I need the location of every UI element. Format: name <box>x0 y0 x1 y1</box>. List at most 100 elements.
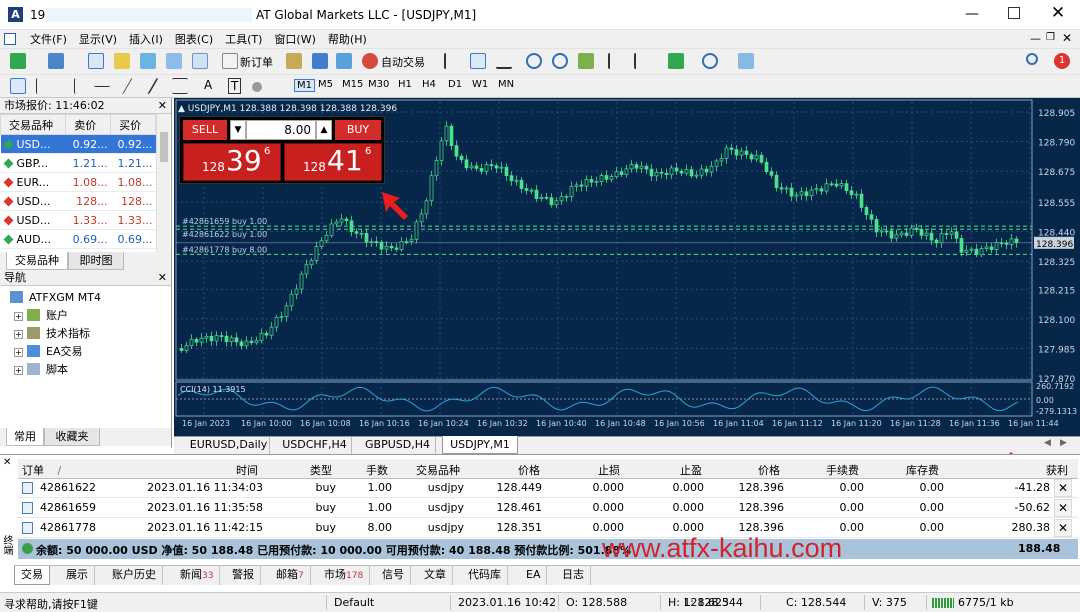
buy-button[interactable]: BUY <box>335 120 381 140</box>
close-icon[interactable]: ✕ <box>158 98 167 114</box>
metaeditor-icon[interactable] <box>286 53 302 69</box>
timeframe-m5[interactable]: M5 <box>318 79 333 90</box>
terminal-tab-11[interactable]: 日志 <box>556 566 591 585</box>
col-cur-price-header[interactable]: 价格 <box>758 462 780 478</box>
close-order-button[interactable]: ✕ <box>1054 479 1072 497</box>
chart-tab-usdchf[interactable]: USDCHF,H4 <box>278 437 352 454</box>
notification-icon[interactable]: 1 <box>1054 53 1070 69</box>
candlestick-chart-icon[interactable] <box>470 53 486 69</box>
timeframe-w1[interactable]: W1 <box>472 79 488 90</box>
market-watch-row[interactable]: USD... 1.33... 1.33... <box>0 210 156 230</box>
terminal-close-icon[interactable]: ✕ <box>3 457 11 468</box>
status-profile[interactable]: Default <box>334 596 374 609</box>
minimize-button[interactable]: — <box>962 6 982 22</box>
trendline-icon[interactable] <box>115 78 133 94</box>
menu-tools[interactable]: 工具(T) <box>219 31 268 47</box>
mdi-close-button[interactable]: ✕ <box>1062 31 1072 45</box>
periods-icon[interactable] <box>702 53 718 69</box>
col-ask-header[interactable]: 买价 <box>110 114 156 135</box>
sell-button[interactable]: SELL <box>183 120 227 140</box>
order-row[interactable]: 42861622 2023.01.16 11:34:03 buy 1.00 usdjpy… <box>18 479 1078 498</box>
col-commission-header[interactable]: 手续费 <box>826 462 859 478</box>
nav-item-indicators[interactable]: + 技术指标 <box>14 326 90 342</box>
terminal-tab-0[interactable]: 交易 <box>14 566 50 585</box>
sell-price-button[interactable]: 128 39 6 <box>183 143 281 181</box>
market-watch-row[interactable]: EUR... 1.08... 1.08... <box>0 172 156 192</box>
col-time-header[interactable]: 时间 <box>236 462 258 478</box>
timeframe-m1[interactable]: M1 <box>294 79 315 92</box>
new-chart-icon[interactable] <box>10 53 26 69</box>
tile-windows-icon[interactable] <box>578 53 594 69</box>
col-symbol-header[interactable]: 交易品种 <box>416 462 460 478</box>
terminal-tab-7[interactable]: 信号 <box>376 566 411 585</box>
tab-favorites[interactable]: 收藏夹 <box>44 428 100 446</box>
tab-common[interactable]: 常用 <box>6 428 44 446</box>
signals-icon[interactable] <box>336 53 352 69</box>
expand-icon[interactable]: + <box>14 330 23 339</box>
zoom-out-icon[interactable] <box>552 53 568 69</box>
tab-symbols[interactable]: 交易品种 <box>6 252 68 270</box>
chart-tab-usdjpy[interactable]: USDJPY,M1 <box>442 436 518 454</box>
close-order-button[interactable]: ✕ <box>1054 499 1072 517</box>
terminal-tab-3[interactable]: 新闻33 <box>174 566 221 585</box>
expand-icon[interactable]: + <box>14 348 23 357</box>
volume-decrease-button[interactable]: ▼ <box>230 120 246 140</box>
terminal-tab-8[interactable]: 文章 <box>418 566 453 585</box>
expand-icon[interactable]: + <box>14 366 23 375</box>
chart-tab-eurusd[interactable]: EURUSD,Daily <box>188 437 270 454</box>
mdi-restore-button[interactable]: ❐ <box>1046 32 1055 43</box>
nav-item-scripts[interactable]: + 脚本 <box>14 362 68 378</box>
fibonacci-icon[interactable] <box>172 78 188 94</box>
text-label-tool[interactable]: T <box>228 78 242 94</box>
new-order-icon[interactable] <box>222 53 238 69</box>
order-row[interactable]: 42861778 2023.01.16 11:42:15 buy 8.00 usdjpy… <box>18 519 1078 538</box>
terminal-tab-9[interactable]: 代码库 <box>462 566 508 585</box>
order-row[interactable]: 42861659 2023.01.16 11:35:58 buy 1.00 usdjpy… <box>18 499 1078 518</box>
new-order-button[interactable]: 新订单 <box>240 54 273 70</box>
chart-window[interactable]: 128.905 128.790 128.675 128.555 128.440 128.3… <box>174 98 1080 436</box>
terminal-tab-4[interactable]: 警报 <box>226 566 261 585</box>
nav-root[interactable]: ATFXGM MT4 <box>10 290 101 306</box>
terminal-icon[interactable] <box>166 53 182 69</box>
terminal-tab-6[interactable]: 市场178 <box>318 566 371 585</box>
maximize-button[interactable] <box>1008 7 1020 19</box>
zoom-in-icon[interactable] <box>526 53 542 69</box>
volume-input[interactable]: 8.00 <box>246 120 316 140</box>
auto-trading-button[interactable]: 自动交易 <box>381 54 425 70</box>
timeframe-mn[interactable]: MN <box>498 79 514 90</box>
terminal-tab-2[interactable]: 账户历史 <box>106 566 163 585</box>
line-chart-icon[interactable] <box>496 53 512 69</box>
chart-shift-icon[interactable] <box>634 53 650 69</box>
buy-price-button[interactable]: 128 41 6 <box>284 143 382 181</box>
col-symbol-header[interactable]: 交易品种 <box>0 114 67 135</box>
menu-window[interactable]: 窗口(W) <box>268 31 321 47</box>
close-order-button[interactable]: ✕ <box>1054 519 1072 537</box>
timeframe-m30[interactable]: M30 <box>368 79 389 90</box>
timeframe-h4[interactable]: H4 <box>422 79 436 90</box>
menu-view[interactable]: 显示(V) <box>73 31 123 47</box>
auto-trading-icon[interactable] <box>362 53 378 69</box>
market-watch-scrollbar[interactable] <box>156 114 170 252</box>
menu-file[interactable]: 文件(F) <box>24 31 73 47</box>
crosshair-icon[interactable] <box>36 78 52 94</box>
market-watch-row[interactable]: USD... 128... 128... <box>0 191 156 211</box>
col-tp-header[interactable]: 止盈 <box>680 462 702 478</box>
timeframe-h1[interactable]: H1 <box>398 79 412 90</box>
market-watch-row[interactable]: AUD... 0.69... 0.69... <box>0 229 156 249</box>
market-watch-icon[interactable] <box>88 53 104 69</box>
col-bid-header[interactable]: 卖价 <box>65 114 112 135</box>
alerts-icon[interactable] <box>312 53 328 69</box>
col-lots-header[interactable]: 手数 <box>366 462 388 478</box>
search-icon[interactable] <box>1026 53 1038 65</box>
navigator-icon[interactable] <box>140 53 156 69</box>
mdi-minimize-button[interactable]: — <box>1030 32 1041 45</box>
terminal-tab-10[interactable]: EA <box>520 566 548 585</box>
horizontal-line-icon[interactable] <box>94 78 110 87</box>
bar-chart-icon[interactable] <box>444 53 460 69</box>
close-icon[interactable]: ✕ <box>158 270 167 286</box>
market-watch-row[interactable]: USD... 0.92... 0.92... <box>0 134 156 154</box>
profiles-icon[interactable] <box>48 53 64 69</box>
menu-help[interactable]: 帮助(H) <box>322 31 373 47</box>
cursor-icon[interactable] <box>10 78 26 94</box>
data-window-icon[interactable] <box>114 53 130 69</box>
